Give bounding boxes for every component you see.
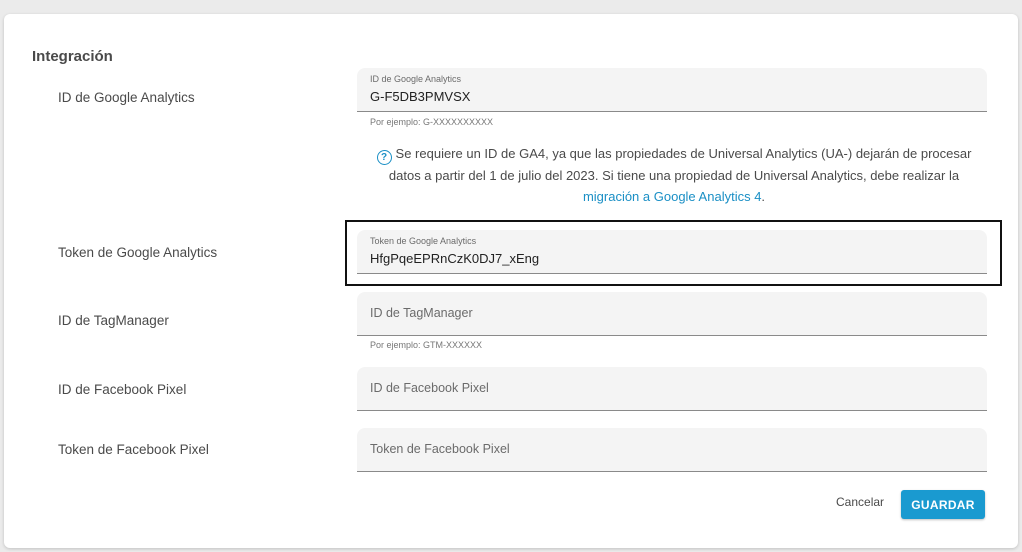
fb-pixel-id-label: ID de Facebook Pixel: [58, 382, 187, 397]
save-button[interactable]: GUARDAR: [901, 490, 985, 519]
ga-id-hint: Por ejemplo: G-XXXXXXXXXX: [370, 117, 494, 127]
ga-id-value[interactable]: G-F5DB3PMVSX: [370, 89, 470, 104]
integration-card: Integración ID de Google Analytics ID de…: [4, 14, 1018, 548]
fb-pixel-token-placeholder: Token de Facebook Pixel: [370, 442, 510, 456]
highlight-box: [345, 220, 1002, 286]
ga-token-label: Token de Google Analytics: [58, 245, 218, 260]
fb-pixel-token-field[interactable]: Token de Facebook Pixel: [357, 428, 987, 472]
tagmanager-field[interactable]: ID de TagManager: [357, 292, 987, 336]
help-circle-icon: ?: [376, 150, 392, 165]
tagmanager-label: ID de TagManager: [58, 313, 169, 328]
info-text: Se requiere un ID de GA4, ya que las pro…: [388, 146, 972, 183]
fb-pixel-id-placeholder: ID de Facebook Pixel: [370, 381, 489, 395]
info-suffix: .: [761, 189, 766, 204]
ga-id-label: ID de Google Analytics: [58, 90, 195, 105]
ga-id-float-label: ID de Google Analytics: [370, 74, 462, 84]
section-title: Integración: [32, 48, 113, 65]
cancel-button[interactable]: Cancelar: [836, 495, 884, 509]
ga-id-field[interactable]: ID de Google Analytics G-F5DB3PMVSX: [357, 68, 987, 112]
tagmanager-placeholder: ID de TagManager: [370, 306, 473, 320]
tagmanager-hint: Por ejemplo: GTM-XXXXXX: [370, 340, 483, 350]
ga4-info-message: ? Se requiere un ID de GA4, ya que las pr…: [364, 143, 984, 207]
fb-pixel-id-field[interactable]: ID de Facebook Pixel: [357, 367, 987, 411]
fb-pixel-token-label: Token de Facebook Pixel: [58, 442, 209, 457]
ga4-migration-link[interactable]: migración a Google Analytics 4: [583, 189, 761, 204]
